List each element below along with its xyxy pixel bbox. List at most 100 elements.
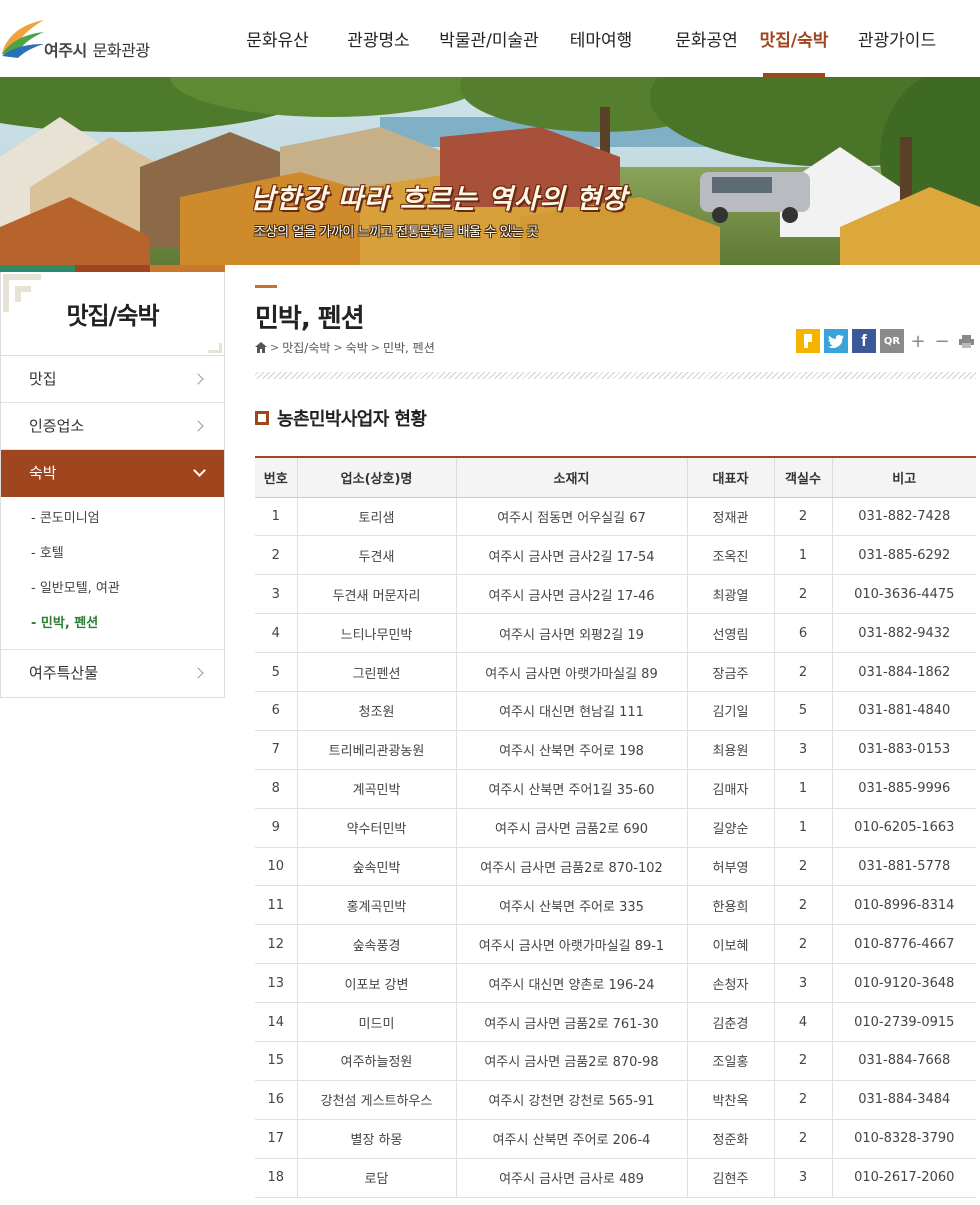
twitter-share-button[interactable] [824, 329, 848, 353]
column-header: 대표자 [686, 456, 774, 498]
sidebar-item-label: 맛집 [29, 370, 57, 388]
cell-business-name: 계곡민박 [296, 769, 456, 809]
site-logo[interactable]: 여주시 문화관광 [0, 16, 170, 64]
sidebar-item-specialties[interactable]: 여주특산물 [1, 650, 224, 697]
breadcrumb-separator: > [270, 341, 280, 354]
cell-business-name: 숲속풍경 [296, 924, 456, 965]
nav-performances[interactable]: 문화공연 [652, 0, 761, 77]
cell-owner: 조일홍 [686, 1041, 774, 1081]
cell-business-name: 숲속민박 [296, 847, 456, 887]
nav-museums[interactable]: 박물관/미술관 [428, 0, 550, 77]
cell-number: 2 [255, 535, 297, 576]
sidebar-subitem-hotel[interactable]: - 호텔 [31, 540, 224, 575]
nav-tour-guide[interactable]: 관광가이드 [827, 0, 967, 77]
cell-rooms: 5 [773, 691, 832, 731]
cell-number: 9 [255, 808, 297, 848]
cell-address: 여주시 금사면 금사2길 17-54 [455, 535, 687, 576]
cell-rooms: 2 [773, 574, 832, 615]
cell-phone: 031-885-6292 [831, 535, 976, 576]
nav-tourist-attractions[interactable]: 관광명소 [329, 0, 428, 77]
cell-number: 17 [255, 1119, 297, 1159]
table-row: 15 여주하늘정원 여주시 금사면 금품2로 870-98 조일홍 2 031-884-7… [255, 1041, 976, 1081]
table-row: 11 홍계곡민박 여주시 산북면 주어로 335 한용희 2 010-8996-8314 [255, 885, 976, 926]
cell-address: 여주시 금사면 아랫가마실길 89 [455, 652, 687, 692]
home-icon[interactable] [255, 342, 267, 353]
cell-phone: 010-2617-2060 [831, 1158, 976, 1198]
section-title: 농촌민박사업자 현황 [255, 405, 427, 431]
table-row: 7 트리베리관광농원 여주시 산북면 주어로 198 최용원 3 031-883-0153 [255, 730, 976, 770]
cell-owner: 박찬옥 [686, 1080, 774, 1120]
cell-owner: 정재관 [686, 497, 774, 537]
cell-rooms: 1 [773, 808, 832, 848]
cell-owner: 김춘경 [686, 1002, 774, 1042]
cell-phone: 031-883-0153 [831, 730, 976, 770]
cell-owner: 김현주 [686, 1158, 774, 1198]
sidebar-item-restaurants[interactable]: 맛집 [1, 356, 224, 403]
cell-rooms: 3 [773, 1158, 832, 1198]
cell-rooms: 2 [773, 1119, 832, 1159]
column-header: 비고 [831, 456, 976, 498]
table-row: 5 그린펜션 여주시 금사면 아랫가마실길 89 장금주 2 031-884-1862 [255, 652, 976, 692]
cell-number: 4 [255, 613, 297, 654]
nav-theme-travel[interactable]: 테마여행 [550, 0, 652, 77]
cell-rooms: 2 [773, 924, 832, 965]
cell-rooms: 2 [773, 497, 832, 537]
sidebar-item-certified[interactable]: 인증업소 [1, 403, 224, 450]
table-row: 14 미드미 여주시 금사면 금품2로 761-30 김춘경 4 010-2739-091… [255, 1002, 976, 1042]
cell-owner: 조옥진 [686, 535, 774, 576]
cell-business-name: 이포보 강변 [296, 963, 456, 1004]
print-button[interactable] [956, 329, 976, 353]
cell-business-name: 미드미 [296, 1002, 456, 1042]
cell-business-name: 그린펜션 [296, 652, 456, 692]
cell-business-name: 약수터민박 [296, 808, 456, 848]
sidebar-item-lodging[interactable]: 숙박 [1, 450, 224, 497]
breadcrumb-item[interactable]: 맛집/숙박 [282, 339, 330, 356]
qr-code-button[interactable]: QR [880, 329, 904, 353]
sidebar-subitem-condo[interactable]: - 콘도미니엄 [31, 505, 224, 540]
cell-rooms: 3 [773, 730, 832, 770]
sidebar-title-box: 맛집/숙박 [0, 272, 225, 355]
logo-title: 문화관광 [92, 41, 150, 60]
cell-phone: 031-882-9432 [831, 613, 976, 654]
cell-business-name: 두견새 [296, 535, 456, 576]
sidebar-color-bar [0, 265, 225, 272]
cell-business-name: 두견새 머문자리 [296, 574, 456, 615]
facebook-share-button[interactable]: f [852, 329, 876, 353]
column-header: 번호 [255, 456, 297, 498]
cell-address: 여주시 금사면 금사2길 17-46 [455, 574, 687, 615]
hero-banner: 남한강 따라 흐르는 역사의 현장 조상의 얼을 가까이 느끼고 전통문화를 배… [0, 77, 980, 265]
sidebar-subitem-pension[interactable]: - 민박, 펜션 [31, 610, 224, 645]
cell-rooms: 3 [773, 963, 832, 1004]
cell-address: 여주시 산북면 주어1길 35-60 [455, 769, 687, 809]
title-accent-bar [255, 285, 277, 288]
nav-food-lodging[interactable]: 맛집/숙박 [760, 0, 828, 77]
table-row: 9 약수터민박 여주시 금사면 금품2로 690 길양순 1 010-6205-1663 [255, 808, 976, 848]
cell-business-name: 홍계곡민박 [296, 885, 456, 926]
cell-number: 18 [255, 1158, 297, 1198]
cell-owner: 이보혜 [686, 924, 774, 965]
section-title-text: 농촌민박사업자 현황 [277, 409, 427, 430]
nav-cultural-heritage[interactable]: 문화유산 [226, 0, 329, 77]
cell-owner: 선영림 [686, 613, 774, 654]
sidebar-subitem-motel[interactable]: - 일반모텔, 여관 [31, 575, 224, 610]
cell-owner: 김기일 [686, 691, 774, 731]
cell-phone: 010-9120-3648 [831, 963, 976, 1004]
table-row: 8 계곡민박 여주시 산북면 주어1길 35-60 김매자 1 031-885-9996 [255, 769, 976, 809]
breadcrumb-separator: > [370, 341, 380, 354]
twitter-icon [828, 334, 844, 348]
table-row: 3 두견새 머문자리 여주시 금사면 금사2길 17-46 최광열 2 010-3636-… [255, 574, 976, 615]
cell-phone: 031-885-9996 [831, 769, 976, 809]
kakao-story-share-button[interactable] [796, 329, 820, 353]
cell-phone: 010-3636-4475 [831, 574, 976, 615]
cell-address: 여주시 금사면 금품2로 690 [455, 808, 687, 848]
breadcrumb-item[interactable]: 숙박 [346, 339, 368, 356]
breadcrumb-item-current: 민박, 펜션 [382, 341, 435, 355]
banner-title: 남한강 따라 흐르는 역사의 현장 [250, 184, 628, 215]
logo-city: 여주시 [44, 41, 87, 60]
cell-rooms: 2 [773, 1080, 832, 1120]
cell-owner: 손청자 [686, 963, 774, 1004]
cell-number: 11 [255, 885, 297, 926]
zoom-out-button[interactable]: − [932, 329, 952, 353]
zoom-in-button[interactable]: + [908, 329, 928, 353]
cell-rooms: 2 [773, 885, 832, 926]
